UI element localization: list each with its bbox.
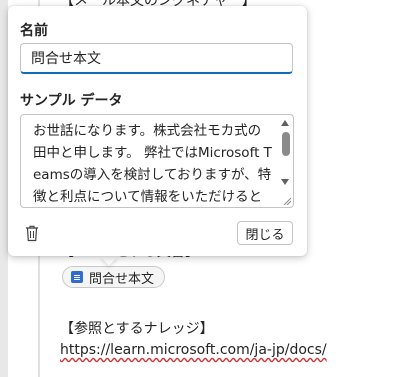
close-button[interactable]: 閉じる [237,221,293,245]
resize-grip-icon[interactable] [283,197,291,205]
scroll-down-arrow-icon[interactable] [281,179,289,185]
sample-data-textarea[interactable]: お世話になります。株式会社モカ式の田中と申します。 弊社ではMicrosoft … [20,114,294,208]
variable-popover: 名前 サンプル データ お世話になります。株式会社モカ式の田中と申します。 弊社… [8,6,307,256]
trash-icon[interactable] [24,224,40,242]
scrollbar-thumb[interactable] [282,132,290,156]
reference-heading: 【参照とするナレッジ】 [60,321,214,337]
reference-link[interactable]: https://learn.microsoft.com/ja-jp/docs/ [60,342,327,358]
chip-label: 問合せ本文 [89,271,155,287]
name-label: 名前 [20,23,48,39]
sample-data-label: サンプル データ [20,93,123,109]
variable-chip[interactable]: 問合せ本文 [62,266,166,288]
sample-data-text: お世話になります。株式会社モカ式の田中と申します。 弊社ではMicrosoft … [33,123,272,205]
scroll-up-arrow-icon[interactable] [281,120,289,126]
left-gutter [0,0,8,377]
document-icon [71,271,83,283]
name-input[interactable] [20,43,293,74]
